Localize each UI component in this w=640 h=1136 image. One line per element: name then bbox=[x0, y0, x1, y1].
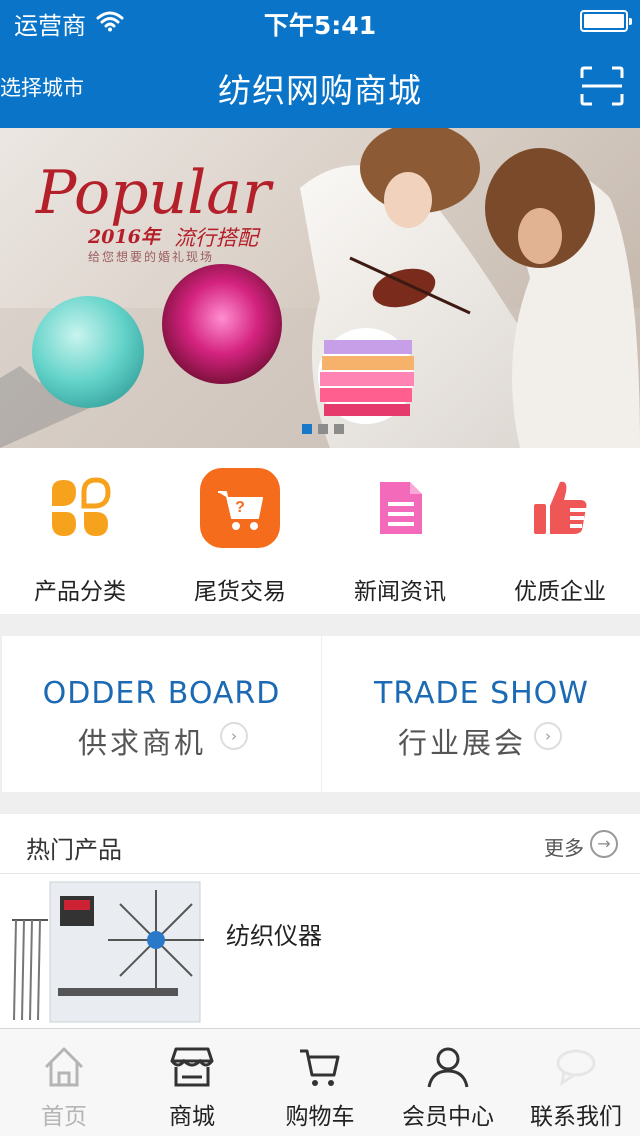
chevron-right-icon: › bbox=[534, 722, 562, 750]
tab-label: 会员中心 bbox=[402, 1104, 494, 1130]
status-bar: 运营商 下午5:41 bbox=[0, 0, 640, 44]
document-icon bbox=[380, 482, 422, 534]
page-title: 纺织网购商城 bbox=[218, 71, 422, 110]
banner-year: 2016年 bbox=[88, 226, 160, 248]
tab-label: 商城 bbox=[169, 1104, 215, 1130]
banner-subtitle: 给您想要的婚礼现场 bbox=[88, 250, 215, 264]
tab-member[interactable]: 会员中心 bbox=[384, 1029, 512, 1136]
chevron-right-icon: › bbox=[220, 722, 248, 750]
quick-nav-news[interactable]: 新闻资讯 bbox=[320, 448, 480, 614]
arrow-right-circle-icon[interactable]: → bbox=[590, 830, 618, 858]
promo-title-en: ODDER BOARD bbox=[42, 676, 281, 711]
promo-supply-demand[interactable]: ODDER BOARD 供求商机 › bbox=[2, 636, 321, 792]
store-icon bbox=[170, 1047, 214, 1087]
section-title: 热门产品 bbox=[26, 836, 122, 864]
quick-nav-label: 优质企业 bbox=[514, 579, 606, 605]
banner-logo-text: Popular bbox=[36, 158, 271, 228]
quick-nav-surplus-trade[interactable]: ? 尾货交易 bbox=[160, 448, 320, 614]
grid-petals-icon bbox=[52, 477, 111, 536]
promo-title-cn: 行业展会 bbox=[398, 726, 527, 760]
battery-icon bbox=[580, 10, 632, 32]
tab-label: 联系我们 bbox=[530, 1104, 622, 1130]
carousel-dot[interactable] bbox=[302, 424, 312, 434]
quick-nav-label: 产品分类 bbox=[34, 579, 126, 605]
quick-nav-label: 尾货交易 bbox=[194, 579, 286, 605]
product-image bbox=[8, 880, 204, 1028]
tab-home[interactable]: 首页 bbox=[0, 1029, 128, 1136]
status-time: 下午5:41 bbox=[263, 11, 377, 40]
quick-nav: 产品分类 ? 尾货交易 新闻资讯 优质企业 bbox=[0, 448, 640, 614]
tab-label: 购物车 bbox=[285, 1104, 355, 1130]
cart-icon bbox=[300, 1049, 340, 1086]
quick-nav-product-category[interactable]: 产品分类 bbox=[0, 448, 160, 614]
tab-label: 首页 bbox=[41, 1104, 87, 1130]
carousel-dot[interactable] bbox=[318, 424, 328, 434]
quick-nav-quality-enterprise[interactable]: 优质企业 bbox=[480, 448, 640, 614]
top-bar: 运营商 下午5:41 选择城市 纺织网购商城 bbox=[0, 0, 640, 128]
user-icon bbox=[427, 1047, 469, 1088]
list-item[interactable]: 纺织仪器 bbox=[0, 876, 640, 1028]
shopping-cart-icon: ? bbox=[200, 468, 280, 548]
home-icon bbox=[44, 1047, 84, 1087]
scan-icon[interactable] bbox=[580, 66, 624, 106]
promo-trade-show[interactable]: TRADE SHOW 行业展会 › bbox=[322, 636, 640, 792]
product-name: 纺织仪器 bbox=[226, 922, 322, 950]
hot-products-section: 热门产品 更多 → 纺织仪器 bbox=[0, 814, 640, 1028]
tab-bar: 首页 商城 购物车 会员中心 联系我们 bbox=[0, 1028, 640, 1136]
tab-store[interactable]: 商城 bbox=[128, 1029, 256, 1136]
tab-contact[interactable]: 联系我们 bbox=[512, 1029, 640, 1136]
svg-text:?: ? bbox=[235, 499, 245, 516]
section-header: 热门产品 更多 → bbox=[0, 814, 640, 874]
promo-banner[interactable]: Popular 2016年 流行搭配 给您想要的婚礼现场 bbox=[0, 128, 640, 448]
carousel-indicator[interactable] bbox=[302, 424, 344, 434]
tab-cart[interactable]: 购物车 bbox=[256, 1029, 384, 1136]
more-link[interactable]: 更多 bbox=[544, 832, 584, 861]
promo-title-cn: 供求商机 bbox=[78, 726, 207, 760]
carousel-dot[interactable] bbox=[334, 424, 344, 434]
chat-icon bbox=[556, 1049, 596, 1087]
thumbs-up-icon bbox=[534, 481, 587, 534]
quick-nav-label: 新闻资讯 bbox=[354, 579, 446, 605]
promo-title-en: TRADE SHOW bbox=[374, 676, 589, 711]
